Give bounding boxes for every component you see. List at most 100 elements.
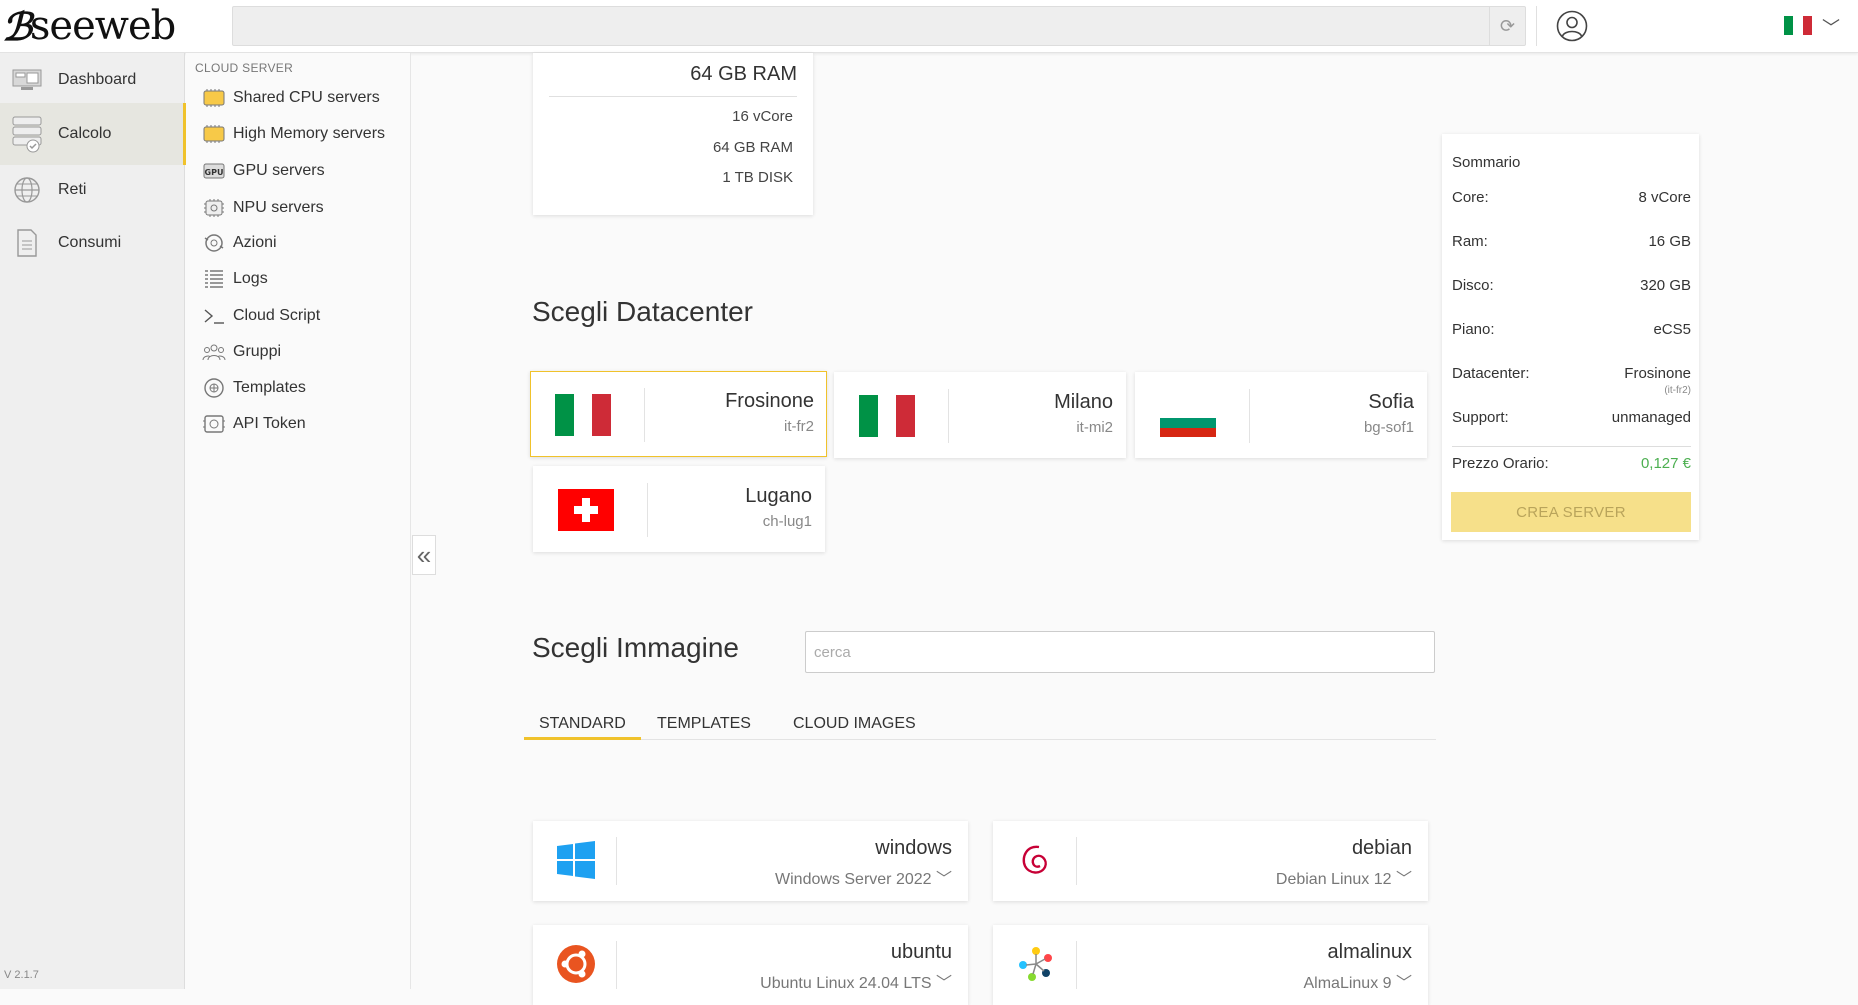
sidebar-item-label: Dashboard: [58, 71, 137, 88]
submenu-item-cloud-script[interactable]: Cloud Script: [201, 301, 320, 331]
datacenter-name: Milano: [1054, 391, 1113, 413]
submenu-item-azioni[interactable]: Azioni: [201, 228, 277, 258]
summary-value: 16 GB: [1648, 233, 1691, 250]
italy-flag-icon: [859, 395, 916, 437]
selected-plan-card[interactable]: 64 GB RAM 16 vCore 64 GB RAM 1 TB DISK: [533, 53, 813, 215]
os-option-ubuntu[interactable]: ubuntu Ubuntu Linux 24.04 LTS ﹀: [533, 925, 968, 1005]
cpu-chip-icon: [201, 86, 227, 110]
submenu-item-label: Azioni: [233, 234, 277, 251]
header-divider: [1536, 6, 1537, 46]
logs-icon: [201, 267, 227, 291]
datacenter-name: Lugano: [745, 485, 812, 507]
submenu-item-label: API Token: [233, 415, 306, 432]
italy-flag-icon: [555, 394, 612, 436]
submenu-item-label: Logs: [233, 270, 268, 287]
submenu-item-api-token[interactable]: API Token: [201, 409, 306, 439]
summary-row-plan: Piano: eCS5: [1452, 321, 1691, 341]
summary-row-disk: Disco: 320 GB: [1452, 277, 1691, 297]
chevron-down-icon: ﹀: [935, 871, 952, 888]
sidebar-item-dashboard[interactable]: Dashboard: [0, 56, 185, 104]
summary-datacenter-code: (it-fr2): [1664, 385, 1691, 396]
image-search-input[interactable]: [805, 631, 1435, 673]
submenu-item-label: Templates: [233, 379, 306, 396]
summary-row-price: Prezzo Orario: 0,127 €: [1452, 455, 1691, 475]
submenu-item-gpu[interactable]: GPU GPU servers: [201, 156, 325, 186]
submenu-item-templates[interactable]: Templates: [201, 373, 306, 403]
sidebar-item-label: Consumi: [58, 234, 122, 251]
summary-key: Core:: [1452, 189, 1489, 206]
app-version: V 2.1.7: [4, 969, 39, 981]
summary-row-core: Core: 8 vCore: [1452, 189, 1691, 209]
summary-key: Support:: [1452, 409, 1509, 426]
datacenter-code: it-mi2: [1076, 419, 1113, 436]
submenu-item-shared-cpu[interactable]: Shared CPU servers: [201, 83, 380, 113]
summary-value: Frosinone: [1624, 365, 1691, 382]
seeweb-logo[interactable]: ℬ seeweb: [2, 3, 176, 49]
card-separator: [1249, 389, 1250, 443]
os-option-windows[interactable]: windows Windows Server 2022 ﹀: [533, 821, 968, 901]
templates-icon: [201, 376, 227, 400]
summary-divider: [1452, 446, 1691, 447]
plan-spec-disk: 1 TB DISK: [722, 169, 793, 186]
chevron-down-icon[interactable]: ﹀: [1822, 14, 1840, 40]
submenu-item-gruppi[interactable]: Gruppi: [201, 337, 281, 367]
create-server-button[interactable]: CREA SERVER: [1451, 492, 1691, 532]
submenu-item-label: Cloud Script: [233, 307, 321, 324]
datacenter-option-frosinone[interactable]: Frosinone it-fr2: [530, 371, 827, 457]
chevron-down-icon: ﹀: [1395, 975, 1412, 992]
language-flag-icon[interactable]: [1784, 16, 1812, 35]
image-tabs: STANDARD TEMPLATES CLOUD IMAGES: [524, 710, 1436, 740]
sidebar-item-label: Reti: [58, 181, 87, 198]
sidebar-item-reti[interactable]: Reti: [0, 166, 185, 214]
os-version-select[interactable]: Ubuntu Linux 24.04 LTS ﹀: [760, 969, 952, 993]
summary-key: Ram:: [1452, 233, 1488, 250]
sidebar-item-consumi[interactable]: Consumi: [0, 219, 185, 267]
os-name: windows: [875, 837, 952, 859]
api-token-icon: [201, 412, 227, 436]
datacenter-option-lugano[interactable]: Lugano ch-lug1: [533, 466, 825, 552]
sidebar-item-calcolo[interactable]: Calcolo: [0, 103, 186, 165]
refresh-icon[interactable]: ⟳: [1489, 7, 1525, 45]
tab-standard[interactable]: STANDARD: [524, 715, 641, 740]
datacenter-name: Sofia: [1368, 391, 1414, 413]
os-version-label: AlmaLinux 9: [1303, 975, 1392, 992]
chevron-down-icon: ﹀: [1395, 871, 1412, 888]
plan-spec-ram: 64 GB RAM: [712, 139, 793, 156]
npu-icon: [201, 196, 227, 220]
os-option-almalinux[interactable]: almalinux AlmaLinux 9 ﹀: [993, 925, 1428, 1005]
os-version-select[interactable]: Windows Server 2022 ﹀: [775, 865, 952, 889]
group-icon: [201, 340, 227, 364]
sidebar-item-label: Calcolo: [58, 125, 112, 142]
submenu-item-high-memory[interactable]: High Memory servers: [201, 119, 385, 149]
plan-divider: [549, 96, 797, 97]
svg-text:GPU: GPU: [205, 168, 224, 177]
os-version-select[interactable]: Debian Linux 12 ﹀: [1276, 865, 1412, 889]
dashboard-icon: [11, 66, 43, 94]
cloud-server-submenu: CLOUD SERVER Shared CPU servers High Mem…: [186, 53, 411, 989]
submenu-item-logs[interactable]: Logs: [201, 264, 268, 294]
actions-icon: [201, 231, 227, 255]
hourly-price: 0,127 €: [1640, 455, 1691, 472]
order-summary-panel: Sommario Core: 8 vCore Ram: 16 GB Disco:…: [1442, 134, 1699, 540]
global-search-bar[interactable]: ⟳: [232, 6, 1526, 46]
debian-logo-icon: [1022, 845, 1047, 874]
summary-title: Sommario: [1452, 154, 1521, 171]
datacenter-option-milano[interactable]: Milano it-mi2: [834, 372, 1126, 458]
globe-icon: [11, 176, 43, 204]
user-account-icon[interactable]: [1556, 10, 1588, 42]
os-version-select[interactable]: AlmaLinux 9 ﹀: [1303, 969, 1412, 993]
chevron-down-icon: ﹀: [935, 975, 952, 992]
os-version-label: Ubuntu Linux 24.04 LTS: [760, 975, 932, 992]
tab-cloud-images[interactable]: CLOUD IMAGES: [778, 715, 931, 740]
collapse-sidebar-button[interactable]: «: [412, 535, 436, 575]
summary-key: Datacenter:: [1452, 365, 1530, 382]
tab-templates[interactable]: TEMPLATES: [642, 715, 766, 740]
card-separator: [616, 837, 617, 885]
datacenter-option-sofia[interactable]: Sofia bg-sof1: [1135, 372, 1427, 458]
os-name: ubuntu: [890, 941, 952, 963]
submenu-item-npu[interactable]: NPU servers: [201, 193, 324, 223]
terminal-icon: [201, 304, 227, 328]
datacenter-code: it-fr2: [784, 418, 814, 435]
os-option-debian[interactable]: debian Debian Linux 12 ﹀: [993, 821, 1428, 901]
summary-key: Disco:: [1452, 277, 1494, 294]
